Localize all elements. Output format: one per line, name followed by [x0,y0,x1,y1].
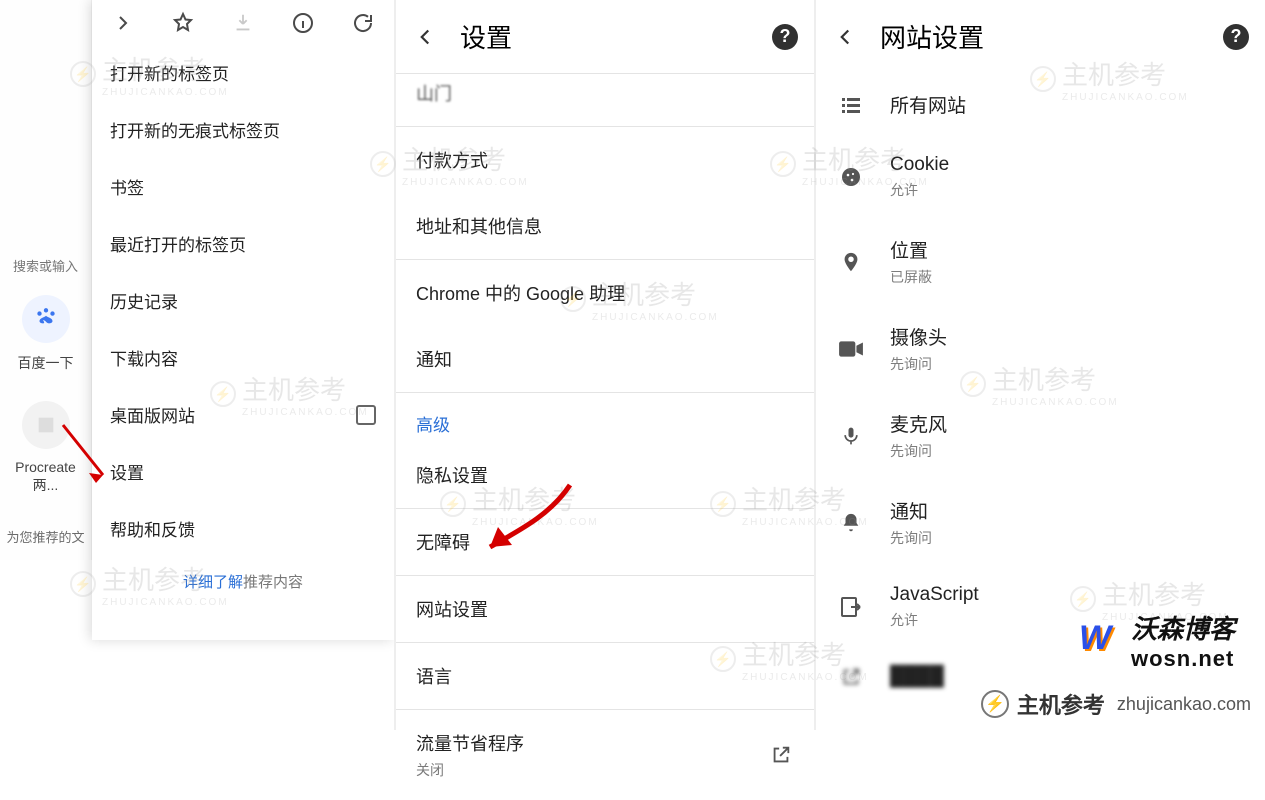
site-settings-title: 网站设置 [880,18,1201,55]
refresh-icon[interactable] [350,10,376,36]
row-camera[interactable]: 摄像头先询问 [816,305,1265,392]
settings-payment-methods[interactable]: 付款方式 [396,127,814,193]
info-icon[interactable] [290,10,316,36]
open-in-new-icon [836,666,866,688]
row-title: Cookie [890,154,949,176]
settings-google-assistant[interactable]: Chrome 中的 Google 助理 [396,260,814,326]
wosn-branding: W 沃森博客 wosn.net [1079,609,1235,672]
mic-icon [836,423,866,449]
settings-addresses[interactable]: 地址和其他信息 [396,193,814,259]
row-title: 摄像头 [890,323,947,350]
menu-desktop-site[interactable]: 桌面版网站 [92,386,394,443]
recommended-heading: 为您推荐的文 [0,521,91,552]
row-title: 位置 [890,236,932,263]
shortcut-baidu[interactable] [22,295,70,343]
row-sub: 先询问 [890,528,932,548]
row-title: 所有网站 [890,91,966,118]
settings-title: 设置 [460,18,750,55]
row-location[interactable]: 位置已屏蔽 [816,218,1265,305]
menu-label: 桌面版网站 [110,402,195,427]
row-sub: 允许 [890,180,949,200]
settings-header: 设置 ? [396,0,814,73]
shortcut-procreate-label: Procreate两... [0,453,91,501]
menu-help-feedback[interactable]: 帮助和反馈 [92,500,394,557]
settings-site-settings[interactable]: 网站设置 [396,576,814,642]
site-settings-header: 网站设置 ? [816,0,1265,73]
menu-label: 设置 [110,459,144,484]
row-title: JavaScript [890,584,979,606]
row-title: ████ [890,666,944,688]
star-icon[interactable] [170,10,196,36]
wosn-name: 沃森博客 [1131,609,1235,646]
settings-notifications[interactable]: 通知 [396,326,814,392]
back-icon[interactable] [412,24,438,50]
exit-to-app-icon [836,595,866,619]
menu-downloads[interactable]: 下载内容 [92,329,394,386]
help-icon[interactable]: ? [772,24,798,50]
row-title: 麦克风 [890,410,947,437]
settings-privacy[interactable]: 隐私设置 [396,442,814,508]
list-icon [836,93,866,117]
shortcut-baidu-label: 百度一下 [0,347,91,379]
menu-label: 最近打开的标签页 [110,231,246,256]
row-cookies[interactable]: Cookie 允许 [816,136,1265,218]
zjck-name: 主机参考 [1017,688,1105,720]
open-in-new-icon [768,742,794,768]
menu-label: 书签 [110,174,144,199]
menu-new-tab[interactable]: 打开新的标签页 [92,44,394,101]
download-icon [230,10,256,36]
row-all-sites[interactable]: 所有网站 [816,73,1265,136]
row-notifications[interactable]: 通知先询问 [816,479,1265,566]
learn-more-link[interactable]: 详细了解推荐内容 [92,557,394,606]
desktop-site-checkbox[interactable] [356,405,376,425]
settings-data-saver[interactable]: 流量节省程序 关闭 [396,710,814,800]
zjck-domain: zhujicankao.com [1117,694,1251,715]
location-icon [836,249,866,275]
wosn-logo-icon: W [1079,619,1123,663]
settings-row-truncated[interactable]: 山门 [396,74,814,126]
omnibox-truncated[interactable]: 搜索或输入 [0,250,91,281]
row-sub: 先询问 [890,441,947,461]
camera-icon [836,339,866,359]
shortcut-procreate[interactable] [22,401,70,449]
advanced-section-label: 高级 [396,393,814,442]
help-icon[interactable]: ? [1223,24,1249,50]
row-sub: 先询问 [890,354,947,374]
forward-icon[interactable] [110,10,136,36]
data-saver-sub: 关闭 [416,760,524,780]
browser-background-sliver: 搜索或输入 百度一下 Procreate两... 为您推荐的文 [0,0,92,560]
menu-bookmarks[interactable]: 书签 [92,158,394,215]
menu-new-incognito[interactable]: 打开新的无痕式标签页 [92,101,394,158]
menu-label: 帮助和反馈 [110,516,195,541]
menu-label: 打开新的标签页 [110,60,229,85]
zhujicankao-branding: ⚡ 主机参考 zhujicankao.com [981,688,1251,720]
row-sub: 已屏蔽 [890,267,932,287]
menu-label: 下载内容 [110,345,178,370]
menu-label: 历史记录 [110,288,178,313]
bell-icon [836,511,866,535]
data-saver-title: 流量节省程序 [416,730,524,756]
row-title: 通知 [890,497,932,524]
browser-overflow-menu: 打开新的标签页 打开新的无痕式标签页 书签 最近打开的标签页 历史记录 下载内容… [92,0,394,640]
menu-settings[interactable]: 设置 [92,443,394,500]
menu-recent-tabs[interactable]: 最近打开的标签页 [92,215,394,272]
zjck-logo-icon: ⚡ [981,690,1009,718]
back-icon[interactable] [832,24,858,50]
menu-history[interactable]: 历史记录 [92,272,394,329]
settings-languages[interactable]: 语言 [396,643,814,709]
wosn-domain: wosn.net [1131,646,1235,672]
settings-accessibility[interactable]: 无障碍 [396,509,814,575]
row-sub: 允许 [890,610,979,630]
learn-more-blue: 详细了解 [183,574,243,591]
row-microphone[interactable]: 麦克风先询问 [816,392,1265,479]
menu-label: 打开新的无痕式标签页 [110,117,280,142]
cookie-icon [836,165,866,189]
learn-more-rest: 推荐内容 [243,574,303,591]
